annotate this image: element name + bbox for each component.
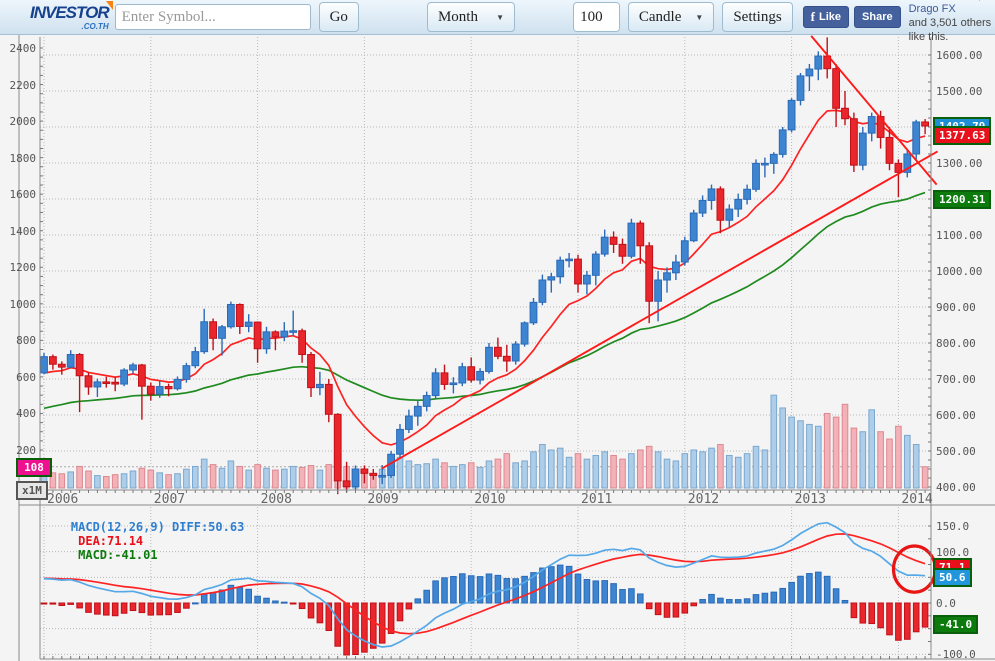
settings-button[interactable]: Settings	[722, 2, 793, 32]
like-label: Like	[819, 11, 842, 23]
x-axis-year-label: 2010	[474, 492, 506, 507]
macd-diff-label: MACD(12,26,9) DIFF:50.63	[70, 520, 245, 534]
right-axis-tick: 500.00	[936, 445, 976, 458]
left-axis-tick: 2400	[9, 42, 37, 55]
macd-axis-tick: 150.0	[936, 520, 970, 533]
left-axis-tick: 1800	[9, 151, 37, 165]
facebook-social-text: Atsanai Musor, Drago FX and 3,501 others…	[909, 0, 995, 45]
left-axis-tick: 1600	[9, 188, 37, 202]
x-axis-year-label: 2011	[581, 492, 613, 507]
logo-triangle-icon	[105, 1, 113, 10]
right-axis-tick: 700.00	[936, 373, 976, 386]
macd-value-label: MACD:-41.01	[70, 548, 158, 562]
logo-text: INVESTOR	[30, 3, 110, 22]
period-select[interactable]: Month ▼	[426, 2, 516, 32]
left-axis-tick: 1200	[9, 261, 37, 275]
left-axis-tick: 1000	[9, 297, 37, 311]
volume-badge: 108	[16, 457, 52, 477]
facebook-icon: f	[810, 9, 815, 24]
facebook-share-button[interactable]: Share	[854, 6, 901, 28]
logo-domain-text: .CO.TH	[81, 22, 109, 31]
macd-axis-tick: 0.0	[936, 597, 956, 610]
chart-type-select[interactable]: Candle ▼	[627, 2, 715, 32]
bars-count-stepper: ▲ ▼	[573, 2, 620, 32]
left-axis-tick: 200	[16, 444, 36, 457]
social-count: and 3,501 others like this.	[908, 17, 992, 43]
symbol-search-input[interactable]	[114, 4, 311, 30]
right-axis-tick: 600.00	[936, 409, 976, 422]
toolbar: INVESTOR .CO.TH Go Month ▼ ▲ ▼ Candle ▼ …	[0, 0, 995, 43]
x-axis-year-label: 2012	[687, 492, 720, 507]
right-axis-tick: 800.00	[936, 337, 976, 350]
x-axis-year-label: 2006	[47, 492, 79, 507]
macd-dea-label: DEA:71.14	[70, 534, 144, 548]
bars-count-input[interactable]	[574, 3, 619, 31]
macd-badge: 50.6	[933, 568, 972, 588]
investor-logo[interactable]: INVESTOR .CO.TH	[30, 1, 113, 31]
go-button[interactable]: Go	[318, 2, 359, 32]
x-axis-year-label: 2008	[260, 492, 292, 507]
x-axis-year-label: 2007	[153, 492, 186, 507]
chart-type-value: Candle	[638, 8, 682, 25]
chevron-down-icon: ▼	[496, 12, 505, 22]
macd-axis-tick: -100.0	[936, 648, 976, 661]
share-label: Share	[862, 11, 893, 23]
left-axis-tick: 2200	[9, 78, 37, 92]
left-axis-tick: 2000	[9, 115, 37, 129]
chevron-down-icon: ▼	[695, 12, 704, 22]
right-axis-tick: 1300.00	[936, 157, 983, 170]
x-axis-year-label: 2013	[794, 492, 826, 507]
macd-indicator-header: MACD(12,26,9) DIFF:50.63 DEA:71.14 MACD:…	[42, 506, 244, 576]
right-axis-tick: 1000.00	[936, 265, 983, 278]
macd-badge: -41.0	[933, 615, 979, 635]
price-badge: 1200.31	[933, 189, 992, 209]
right-axis-tick: 900.00	[936, 301, 976, 314]
left-axis-tick: 1400	[9, 224, 37, 238]
right-axis-tick: 1100.00	[936, 229, 983, 242]
volume-unit-badge: x1M	[16, 481, 48, 500]
right-axis-tick: 1500.00	[936, 85, 983, 98]
price-badge: 1377.63	[933, 126, 992, 146]
x-axis-year-label: 2009	[367, 492, 399, 507]
right-axis-tick: 1600.00	[936, 49, 983, 62]
left-axis-tick: 400	[16, 407, 36, 421]
period-select-value: Month	[437, 8, 478, 25]
facebook-like-button[interactable]: f Like	[802, 6, 850, 28]
left-axis-tick: 800	[16, 334, 36, 348]
charting-app: INVESTOR .CO.TH Go Month ▼ ▲ ▼ Candle ▼ …	[0, 0, 995, 661]
left-axis-tick: 600	[16, 370, 36, 384]
social-names: Atsanai Musor, Drago FX	[908, 0, 982, 16]
right-axis-tick: 400.00	[936, 481, 976, 494]
x-axis-year-label: 2014	[901, 492, 933, 507]
